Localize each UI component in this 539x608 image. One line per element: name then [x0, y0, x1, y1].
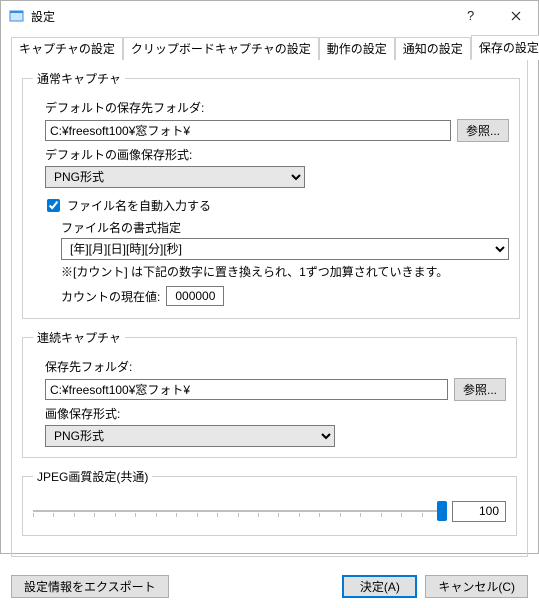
cont-folder-input[interactable] — [45, 379, 448, 400]
app-icon — [9, 8, 25, 24]
help-button[interactable]: ? — [448, 1, 493, 31]
titlebar: 設定 ? — [1, 1, 538, 31]
tab-save[interactable]: 保存の設定 — [471, 35, 539, 60]
ok-button[interactable]: 決定(A) — [342, 575, 417, 598]
jpeg-quality-legend: JPEG画質設定(共通) — [33, 468, 152, 485]
svg-text:?: ? — [467, 9, 474, 23]
default-folder-label: デフォルトの保存先フォルダ: — [45, 99, 509, 116]
jpeg-quality-group: JPEG画質設定(共通) 100 — [22, 468, 517, 536]
cancel-button[interactable]: キャンセル(C) — [425, 575, 528, 598]
settings-window: 設定 ? キャプチャの設定 クリップボードキャプチャの設定 動作の設定 通知の設… — [0, 0, 539, 554]
continuous-capture-legend: 連続キャプチャ — [33, 329, 125, 346]
tab-page-save: 通常キャプチャ デフォルトの保存先フォルダ: 参照... デフォルトの画像保存形… — [11, 60, 528, 557]
cont-folder-label: 保存先フォルダ: — [45, 358, 506, 375]
filename-spec-select[interactable]: [年][月][日][時][分][秒] — [61, 238, 509, 260]
jpeg-quality-value: 100 — [452, 501, 506, 522]
continuous-capture-group: 連続キャプチャ 保存先フォルダ: 参照... 画像保存形式: PNG形式 — [22, 329, 517, 458]
default-format-select[interactable]: PNG形式 — [45, 166, 305, 188]
slider-thumb[interactable] — [437, 501, 447, 521]
jpeg-quality-slider[interactable] — [33, 497, 442, 525]
filename-spec-label: ファイル名の書式指定 — [61, 219, 509, 236]
window-title: 設定 — [31, 8, 448, 25]
tab-bar: キャプチャの設定 クリップボードキャプチャの設定 動作の設定 通知の設定 保存の… — [11, 39, 528, 60]
footer: 設定情報をエクスポート 決定(A) キャンセル(C) — [1, 567, 538, 608]
default-folder-input[interactable] — [45, 120, 451, 141]
close-button[interactable] — [493, 1, 538, 31]
cont-format-label: 画像保存形式: — [45, 405, 506, 422]
tab-behavior[interactable]: 動作の設定 — [319, 37, 395, 60]
export-button[interactable]: 設定情報をエクスポート — [11, 575, 169, 598]
count-label: カウントの現在値: — [61, 288, 160, 305]
tab-clipboard[interactable]: クリップボードキャプチャの設定 — [123, 37, 319, 60]
default-format-label: デフォルトの画像保存形式: — [45, 146, 509, 163]
auto-input-checkbox[interactable] — [47, 199, 60, 212]
default-folder-browse-button[interactable]: 参照... — [457, 119, 509, 142]
content-area: キャプチャの設定 クリップボードキャプチャの設定 動作の設定 通知の設定 保存の… — [1, 31, 538, 567]
count-value: 000000 — [166, 286, 224, 306]
normal-capture-group: 通常キャプチャ デフォルトの保存先フォルダ: 参照... デフォルトの画像保存形… — [22, 70, 520, 319]
tab-capture[interactable]: キャプチャの設定 — [11, 37, 123, 60]
cont-folder-browse-button[interactable]: 参照... — [454, 378, 506, 401]
auto-input-label: ファイル名を自動入力する — [67, 197, 211, 214]
tab-notification[interactable]: 通知の設定 — [395, 37, 471, 60]
cont-format-select[interactable]: PNG形式 — [45, 425, 335, 447]
slider-ticks — [33, 513, 442, 519]
normal-capture-legend: 通常キャプチャ — [33, 70, 125, 87]
count-note: ※[カウント] は下記の数字に置き換えられ、1ずつ加算されていきます。 — [61, 263, 509, 280]
